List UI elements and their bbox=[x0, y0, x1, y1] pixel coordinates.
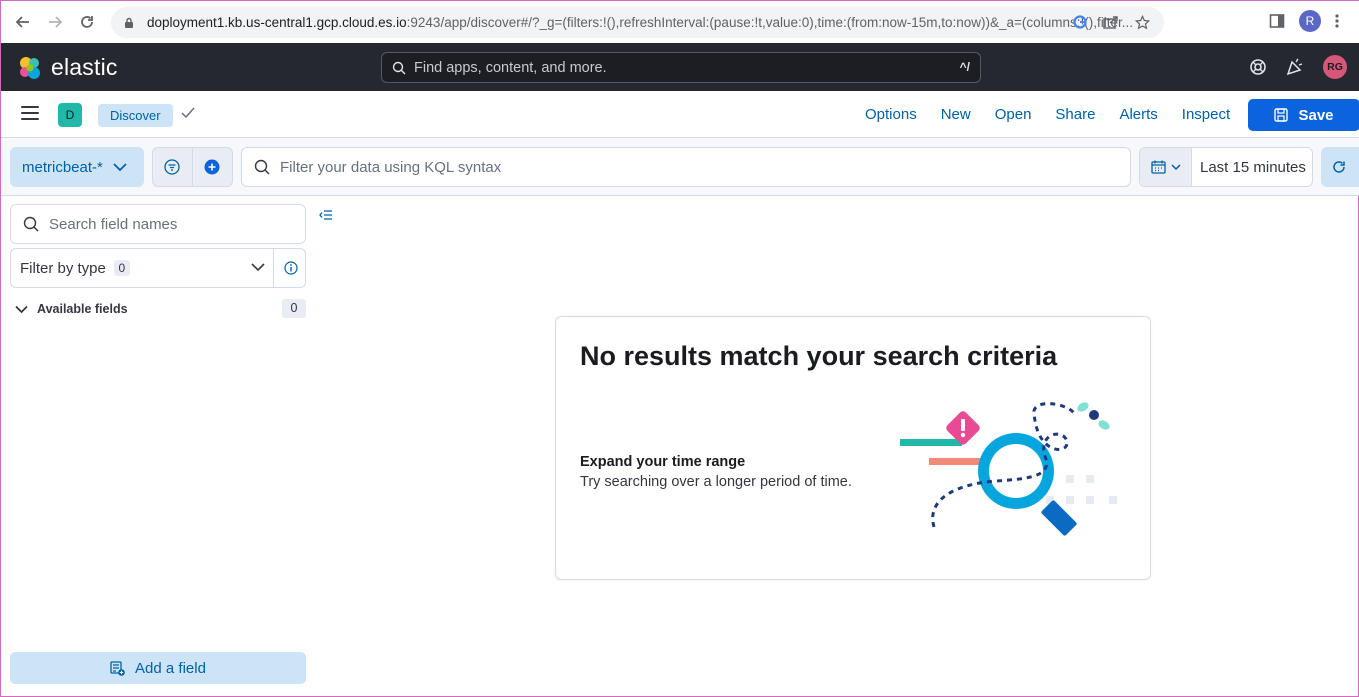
forward-icon[interactable] bbox=[39, 6, 71, 38]
add-field-icon bbox=[110, 660, 125, 676]
expand-time-range-text: Try searching over a longer period of ti… bbox=[580, 474, 852, 490]
news-feed-icon[interactable] bbox=[1285, 57, 1305, 77]
no-results-panel: No results match your search criteria Ex… bbox=[555, 316, 1151, 580]
filter-by-type-label: Filter by type bbox=[20, 259, 106, 277]
bookmark-star-icon[interactable] bbox=[1135, 15, 1150, 30]
user-avatar[interactable]: RG bbox=[1323, 55, 1347, 79]
search-icon bbox=[392, 61, 406, 74]
data-view-selector[interactable]: metricbeat-* bbox=[10, 147, 144, 187]
filter-menu-icon[interactable] bbox=[153, 148, 193, 186]
url-text: doployment1.kb.us-central1.gcp.cloud.es.… bbox=[147, 15, 1133, 30]
search-icon bbox=[23, 216, 39, 232]
quick-select-button[interactable] bbox=[1140, 148, 1192, 186]
app-top-bar: D Discover Options New Open Share Alerts… bbox=[1, 91, 1359, 138]
query-bar: metricbeat-* Filter your data using KQL … bbox=[1, 138, 1359, 196]
expand-time-range-title: Expand your time range bbox=[580, 454, 746, 470]
available-fields-label: Available fields bbox=[37, 302, 128, 316]
open-link[interactable]: Open bbox=[995, 106, 1032, 123]
alerts-link[interactable]: Alerts bbox=[1119, 106, 1157, 123]
browser-menu-icon[interactable] bbox=[1335, 13, 1339, 29]
time-picker[interactable]: Last 15 minutes bbox=[1139, 147, 1313, 187]
help-icon[interactable] bbox=[1249, 58, 1267, 76]
chevron-down-icon bbox=[113, 163, 127, 172]
global-search-placeholder: Find apps, content, and more. bbox=[414, 59, 607, 76]
search-icon bbox=[254, 159, 270, 175]
add-filter-icon[interactable] bbox=[193, 148, 233, 186]
info-icon[interactable] bbox=[273, 249, 307, 287]
no-results-illustration bbox=[900, 402, 1117, 536]
save-button-label: Save bbox=[1298, 106, 1334, 124]
filter-type-count-badge: 0 bbox=[113, 260, 130, 276]
breadcrumb-discover[interactable]: Discover bbox=[98, 104, 173, 127]
elastic-logo[interactable]: elastic bbox=[17, 54, 118, 81]
add-field-button[interactable]: Add a field bbox=[10, 652, 306, 684]
chevron-down-icon bbox=[251, 263, 265, 272]
available-fields-accordion[interactable]: Available fields 0 bbox=[15, 299, 306, 319]
refresh-button[interactable] bbox=[1321, 147, 1359, 187]
share-link[interactable]: Share bbox=[1055, 106, 1095, 123]
collapse-sidebar-icon[interactable] bbox=[319, 209, 333, 221]
back-icon[interactable] bbox=[7, 6, 39, 38]
refresh-icon bbox=[1333, 161, 1345, 173]
filter-by-type-dropdown[interactable]: Filter by type 0 bbox=[10, 248, 306, 288]
chevron-down-icon bbox=[15, 305, 28, 313]
filter-button-group bbox=[152, 147, 233, 187]
data-view-label: metricbeat-* bbox=[22, 158, 103, 176]
kql-search-input[interactable]: Filter your data using KQL syntax bbox=[241, 147, 1131, 187]
save-icon bbox=[1274, 108, 1289, 122]
address-bar[interactable]: doployment1.kb.us-central1.gcp.cloud.es.… bbox=[111, 7, 1164, 38]
no-results-title: No results match your search criteria bbox=[580, 341, 1058, 371]
reload-icon[interactable] bbox=[71, 6, 103, 38]
space-avatar[interactable]: D bbox=[58, 103, 82, 127]
hamburger-menu-icon[interactable] bbox=[21, 106, 39, 120]
browser-toolbar: doployment1.kb.us-central1.gcp.cloud.es.… bbox=[1, 1, 1359, 43]
save-button[interactable]: Save bbox=[1248, 99, 1359, 131]
chevron-down-icon bbox=[1170, 163, 1181, 170]
options-link[interactable]: Options bbox=[865, 106, 917, 123]
field-search-input[interactable]: Search field names bbox=[10, 204, 306, 244]
elastic-logo-icon bbox=[20, 56, 40, 79]
global-search-input[interactable]: Find apps, content, and more. ^/ bbox=[381, 52, 981, 83]
available-fields-count: 0 bbox=[282, 299, 306, 318]
new-link[interactable]: New bbox=[941, 106, 971, 123]
share-page-icon[interactable] bbox=[1103, 15, 1119, 29]
add-field-label: Add a field bbox=[135, 659, 206, 677]
elastic-header: elastic Find apps, content, and more. ^/… bbox=[1, 43, 1359, 91]
inspect-link[interactable]: Inspect bbox=[1182, 106, 1230, 123]
kql-placeholder: Filter your data using KQL syntax bbox=[280, 158, 502, 176]
elastic-logo-text: elastic bbox=[51, 54, 118, 80]
browser-profile-avatar[interactable]: R bbox=[1299, 10, 1321, 32]
keyboard-shortcut-hint: ^/ bbox=[959, 60, 970, 74]
field-search-placeholder: Search field names bbox=[49, 215, 178, 233]
time-range-label: Last 15 minutes bbox=[1200, 158, 1306, 176]
google-icon[interactable] bbox=[1073, 15, 1087, 29]
check-icon bbox=[181, 107, 195, 119]
calendar-icon bbox=[1150, 160, 1166, 174]
lock-icon bbox=[125, 17, 133, 28]
side-panel-icon[interactable] bbox=[1269, 13, 1285, 29]
